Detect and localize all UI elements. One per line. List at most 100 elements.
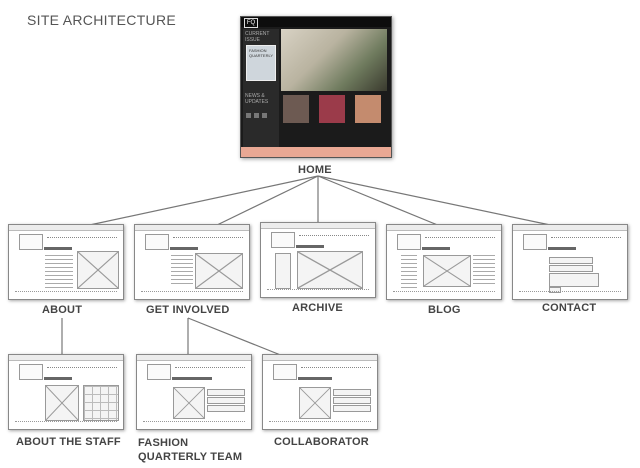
wireframe-nav bbox=[551, 237, 621, 240]
wireframe-title-bar bbox=[135, 225, 249, 231]
wireframe-logo bbox=[523, 234, 547, 250]
wireframe-heading bbox=[296, 245, 324, 248]
wireframe-image-placeholder bbox=[77, 251, 119, 289]
wireframe-logo bbox=[19, 364, 43, 380]
wireframe-image-placeholder bbox=[299, 387, 331, 419]
wireframe-nav bbox=[173, 237, 243, 240]
wireframe-form-field bbox=[207, 405, 245, 412]
home-logo: FQ bbox=[244, 18, 258, 28]
wireframe-form-field bbox=[333, 405, 371, 412]
wireframe-heading bbox=[548, 247, 576, 250]
wireframe-nav bbox=[301, 367, 371, 370]
wireframe-form-field bbox=[333, 397, 371, 404]
fq-team-page-wireframe bbox=[136, 354, 252, 430]
home-hero-image bbox=[281, 29, 387, 91]
wireframe-nav bbox=[175, 367, 245, 370]
wireframe-title-bar bbox=[137, 355, 251, 361]
home-news-thumb bbox=[319, 95, 345, 123]
wireframe-image-placeholder bbox=[45, 385, 79, 421]
node-label-about: ABOUT bbox=[42, 304, 83, 316]
wireframe-text-lines bbox=[473, 255, 495, 285]
home-news-thumb bbox=[355, 95, 381, 123]
wireframe-text-lines bbox=[171, 255, 193, 285]
home-page-mockup: FQ CURRENT ISSUE FASHION QUARTERLY NEWS … bbox=[240, 16, 392, 158]
wireframe-logo bbox=[145, 234, 169, 250]
node-label-collaborator: COLLABORATOR bbox=[274, 436, 369, 448]
wireframe-footer bbox=[15, 421, 117, 424]
home-nav-bar: FQ bbox=[241, 17, 391, 28]
get-involved-page-wireframe bbox=[134, 224, 250, 300]
connector-home-get-involved bbox=[214, 175, 319, 227]
wireframe-image-placeholder bbox=[423, 255, 471, 287]
wireframe-text-lines bbox=[45, 255, 73, 289]
node-label-get-involved: GET INVOLVED bbox=[146, 304, 230, 316]
node-label-contact: CONTACT bbox=[542, 302, 597, 314]
wireframe-form-field bbox=[549, 257, 593, 264]
wireframe-title-bar bbox=[261, 223, 375, 229]
wireframe-footer bbox=[15, 291, 117, 294]
home-footer bbox=[241, 147, 391, 157]
contact-page-wireframe bbox=[512, 224, 628, 300]
node-label-home: HOME bbox=[298, 164, 332, 176]
wireframe-footer bbox=[519, 291, 621, 294]
node-label-about-staff: ABOUT THE STAFF bbox=[16, 436, 121, 448]
node-label-fq-team: FASHION QUARTERLY TEAM bbox=[138, 437, 243, 463]
blog-page-wireframe bbox=[386, 224, 502, 300]
wireframe-form-field bbox=[549, 265, 593, 272]
wireframe-form-field bbox=[333, 389, 371, 396]
wireframe-heading bbox=[44, 377, 72, 380]
wireframe-title-bar bbox=[9, 225, 123, 231]
wireframe-form-textarea bbox=[549, 273, 599, 287]
wireframe-nav bbox=[47, 237, 117, 240]
wireframe-footer bbox=[143, 421, 245, 424]
wireframe-nav bbox=[47, 367, 117, 370]
home-news-dot bbox=[254, 113, 259, 118]
wireframe-heading bbox=[44, 247, 72, 250]
wireframe-logo bbox=[147, 364, 171, 380]
wireframe-nav bbox=[299, 235, 369, 238]
wireframe-staff-grid bbox=[83, 385, 119, 421]
about-page-wireframe bbox=[8, 224, 124, 300]
archive-page-wireframe bbox=[260, 222, 376, 298]
wireframe-footer bbox=[393, 291, 495, 294]
wireframe-image-placeholder bbox=[297, 251, 363, 289]
collaborator-page-wireframe bbox=[262, 354, 378, 430]
wireframe-title-bar bbox=[513, 225, 627, 231]
about-staff-page-wireframe bbox=[8, 354, 124, 430]
wireframe-title-bar bbox=[263, 355, 377, 361]
node-label-archive: ARCHIVE bbox=[292, 302, 343, 314]
home-news-thumb bbox=[283, 95, 309, 123]
home-news-dot bbox=[262, 113, 267, 118]
wireframe-logo bbox=[271, 232, 295, 248]
home-news-dot bbox=[246, 113, 251, 118]
home-news-label: NEWS & UPDATES bbox=[245, 93, 269, 105]
wireframe-footer bbox=[267, 289, 369, 292]
home-current-issue-label: CURRENT ISSUE bbox=[245, 31, 270, 43]
connector-home-blog bbox=[317, 175, 441, 227]
wireframe-title-bar bbox=[9, 355, 123, 361]
wireframe-heading bbox=[170, 247, 198, 250]
wireframe-heading bbox=[298, 377, 332, 380]
connector-get-involved-collaborator bbox=[187, 317, 289, 359]
wireframe-footer bbox=[269, 421, 371, 424]
connector-home-contact bbox=[317, 175, 556, 227]
node-label-blog: BLOG bbox=[428, 304, 461, 316]
home-issue-cover: FASHION QUARTERLY bbox=[246, 45, 276, 81]
wireframe-heading bbox=[172, 377, 212, 380]
wireframe-form-field bbox=[207, 397, 245, 404]
wireframe-heading bbox=[422, 247, 450, 250]
connector-home-about bbox=[84, 175, 319, 227]
wireframe-logo bbox=[273, 364, 297, 380]
wireframe-nav bbox=[425, 237, 495, 240]
wireframe-title-bar bbox=[387, 225, 501, 231]
wireframe-image-placeholder bbox=[195, 253, 243, 289]
wireframe-image-placeholder bbox=[173, 387, 205, 419]
site-architecture-diagram: SITE ARCHITECTURE FQ CURRENT ISSUE FASHI… bbox=[0, 0, 640, 468]
wireframe-logo bbox=[397, 234, 421, 250]
wireframe-form-field bbox=[207, 389, 245, 396]
wireframe-footer bbox=[141, 291, 243, 294]
wireframe-text-lines bbox=[401, 255, 417, 289]
wireframe-logo bbox=[19, 234, 43, 250]
wireframe-side-thumb bbox=[275, 253, 291, 289]
home-issue-cover-title: FASHION QUARTERLY bbox=[249, 48, 274, 58]
